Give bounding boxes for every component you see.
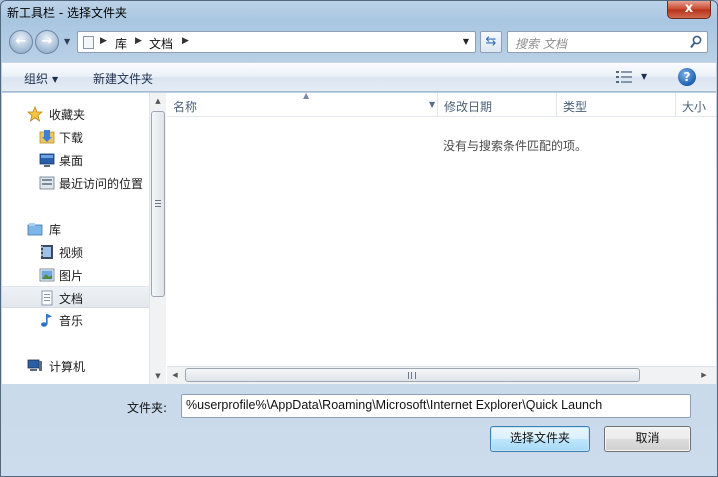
help-glyph: ? <box>683 70 691 84</box>
nav-group-libraries[interactable]: 库 <box>2 218 149 240</box>
organize-label: 组织 <box>24 72 49 86</box>
close-icon: x <box>684 1 694 16</box>
recent-pages-dropdown-icon[interactable]: ▼ <box>64 37 70 46</box>
folder-path-input[interactable]: %userprofile%\AppData\Roaming\Microsoft\… <box>181 394 691 418</box>
forward-button[interactable]: → <box>35 30 59 54</box>
column-label: 修改日期 <box>444 100 493 114</box>
sidebar-item-label: 图片 <box>59 269 84 283</box>
folder-field-label: 文件夹: <box>127 401 168 415</box>
help-icon[interactable]: ? <box>678 68 696 86</box>
sidebar-item-label: 下载 <box>59 131 84 145</box>
search-placeholder: 搜索 文档 <box>515 37 567 51</box>
command-bar: 组织 ▼ 新建文件夹 ▼ ? <box>2 62 716 92</box>
video-library-icon <box>41 245 53 259</box>
scrollbar-thumb[interactable] <box>151 111 165 297</box>
scrollbar-thumb[interactable] <box>185 368 640 382</box>
pictures-library-icon <box>39 268 55 282</box>
computer-icon <box>27 359 42 371</box>
nav-group-computer[interactable]: 计算机 <box>2 355 149 377</box>
sidebar-item-music[interactable]: 音乐 <box>2 309 149 331</box>
favorites-star-icon <box>27 106 43 122</box>
sidebar-item-pictures[interactable]: 图片 <box>2 264 149 286</box>
nav-label-computer: 计算机 <box>49 360 86 374</box>
select-folder-dialog: 新工具栏 - 选择文件夹 x ← → ▼ ▶ 库 ▶ 文档 ▶ ▼ ⇆ 搜索 文… <box>0 0 718 477</box>
new-folder-button[interactable]: 新建文件夹 <box>93 70 153 87</box>
sidebar-item-label: 音乐 <box>59 314 84 328</box>
column-filter-dropdown-icon[interactable]: ▼ <box>429 100 435 109</box>
sidebar-item-desktop[interactable]: 桌面 <box>2 149 149 171</box>
window-title: 新工具栏 - 选择文件夹 <box>7 6 127 20</box>
file-list-pane[interactable]: 名称 ▲ ▼ 修改日期 类型 大小 没有与搜索条件匹配的项。 <box>167 93 716 366</box>
column-header-type[interactable]: 类型 <box>557 93 676 117</box>
empty-results-message: 没有与搜索条件匹配的项。 <box>442 139 587 153</box>
file-list-horizontal-scrollbar[interactable]: ◀ ▶ <box>167 366 716 384</box>
grip-icon <box>155 200 161 207</box>
nav-label-favorites: 收藏夹 <box>49 108 86 122</box>
download-folder-icon <box>39 130 55 144</box>
scroll-down-icon[interactable]: ▼ <box>150 368 166 384</box>
sidebar-item-label: 最近访问的位置 <box>59 177 144 191</box>
navigation-pane: 收藏夹 下载 桌面 最近访问的位置 库 视频 图片 文档 音乐 计算机 <box>2 93 149 384</box>
scroll-up-icon[interactable]: ▲ <box>150 93 166 109</box>
navigation-pane-scrollbar[interactable]: ▲ ▼ <box>149 93 166 384</box>
column-header-row: 名称 ▲ ▼ 修改日期 类型 大小 <box>167 93 716 117</box>
column-label: 大小 <box>682 100 707 114</box>
documents-library-icon <box>41 290 53 306</box>
back-arrow-icon: ← <box>15 34 27 49</box>
forward-arrow-icon: → <box>41 34 53 49</box>
breadcrumb-chevron-icon[interactable]: ▶ <box>182 36 189 46</box>
nav-label-libraries: 库 <box>49 223 62 237</box>
column-label: 类型 <box>563 100 588 114</box>
scroll-left-icon[interactable]: ◀ <box>167 367 183 384</box>
breadcrumb-documents[interactable]: 文档 <box>149 35 173 52</box>
scroll-right-icon[interactable]: ▶ <box>696 367 712 384</box>
sort-ascending-icon: ▲ <box>303 93 310 100</box>
breadcrumb-chevron-icon[interactable]: ▶ <box>135 36 142 46</box>
cancel-button[interactable]: 取消 <box>604 426 691 452</box>
chevron-down-icon: ▼ <box>52 75 59 84</box>
view-options-icon[interactable] <box>616 71 632 83</box>
sidebar-item-label: 视频 <box>59 246 84 260</box>
back-button[interactable]: ← <box>9 30 33 54</box>
refresh-button[interactable]: ⇆ <box>480 31 502 53</box>
nav-group-favorites[interactable]: 收藏夹 <box>2 103 149 125</box>
sidebar-item-label: 桌面 <box>59 154 84 168</box>
column-header-name[interactable]: 名称 ▲ ▼ <box>167 93 438 117</box>
libraries-icon <box>27 223 43 236</box>
main-area: 收藏夹 下载 桌面 最近访问的位置 库 视频 图片 文档 音乐 计算机 ▲ ▼ … <box>2 93 716 384</box>
refresh-icon: ⇆ <box>485 34 497 49</box>
select-folder-button[interactable]: 选择文件夹 <box>490 426 590 452</box>
organize-menu[interactable]: 组织 ▼ <box>24 70 58 87</box>
column-header-size[interactable]: 大小 <box>676 93 716 117</box>
music-library-icon <box>41 314 52 327</box>
address-dropdown-icon[interactable]: ▼ <box>463 37 469 46</box>
column-label: 名称 <box>173 100 198 114</box>
sidebar-item-videos[interactable]: 视频 <box>2 241 149 263</box>
document-icon <box>83 36 94 49</box>
address-bar[interactable]: ▶ 库 ▶ 文档 ▶ ▼ <box>77 31 476 53</box>
title-bar: 新工具栏 - 选择文件夹 x <box>1 1 717 23</box>
navigation-bar: ← → ▼ ▶ 库 ▶ 文档 ▶ ▼ ⇆ 搜索 文档 <box>1 27 717 57</box>
sidebar-item-documents[interactable]: 文档 <box>2 286 149 308</box>
sidebar-item-recent-places[interactable]: 最近访问的位置 <box>2 172 149 194</box>
close-button[interactable]: x <box>667 1 711 19</box>
breadcrumb-chevron-icon[interactable]: ▶ <box>100 36 107 46</box>
search-input[interactable]: 搜索 文档 <box>507 31 708 53</box>
sidebar-item-downloads[interactable]: 下载 <box>2 126 149 148</box>
search-icon[interactable] <box>690 35 702 49</box>
desktop-icon <box>39 153 55 167</box>
view-dropdown-icon[interactable]: ▼ <box>641 72 647 81</box>
grip-icon <box>408 372 416 379</box>
breadcrumb-libraries[interactable]: 库 <box>115 35 127 52</box>
sidebar-item-label: 文档 <box>59 292 84 306</box>
column-header-date-modified[interactable]: 修改日期 <box>438 93 557 117</box>
recent-places-icon <box>39 176 55 190</box>
